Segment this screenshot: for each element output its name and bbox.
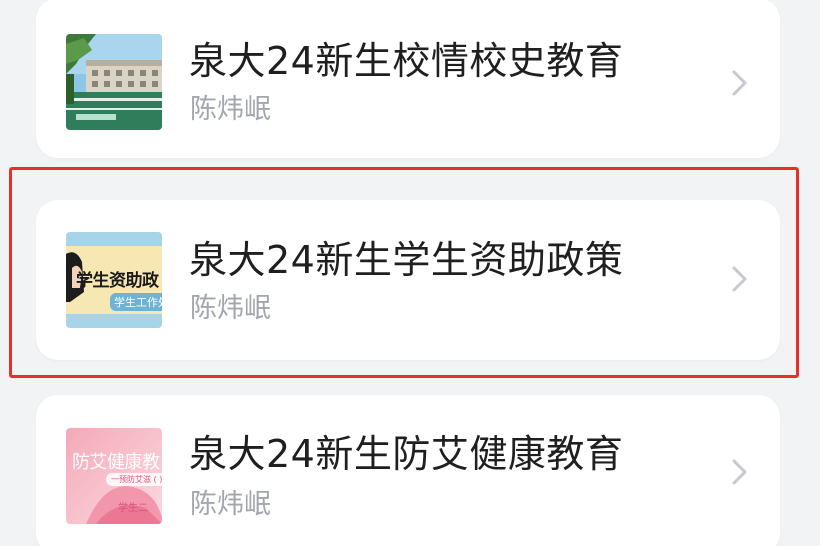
thumbnail-subtitle: 学生工作处 [110,293,162,311]
course-list-page: 泉大24新生校情校史教育 陈炜岷 学生资助政 学生工作处 泉大24新生学生资助政… [0,0,820,546]
item-title: 泉大24新生防艾健康教育 [189,432,624,476]
thumbnail-title: 学生资助政 [76,271,159,291]
aids-prevention-thumbnail: 防艾健康教 一预防艾滋 ( ) 学生二 [66,428,162,524]
chevron-right-icon [732,459,747,485]
campus-photo-icon [66,34,162,130]
list-item[interactable]: 防艾健康教 一预防艾滋 ( ) 学生二 泉大24新生防艾健康教育 陈炜岷 [36,395,780,546]
thumbnail-subtitle: 学生二 [118,503,148,514]
item-author: 陈炜岷 [190,293,271,324]
campus-photo-thumbnail [66,34,162,130]
item-author: 陈炜岷 [190,489,271,520]
student-aid-thumbnail: 学生资助政 学生工作处 [66,232,162,328]
thumbnail-band: 一预防艾滋 ( ) [106,473,162,486]
list-item[interactable]: 学生资助政 学生工作处 泉大24新生学生资助政策 陈炜岷 [36,200,780,360]
item-author: 陈炜岷 [190,94,271,125]
chevron-right-icon [732,266,747,292]
item-title: 泉大24新生学生资助政策 [189,238,624,282]
thumbnail-title: 防艾健康教 [72,452,160,473]
item-title: 泉大24新生校情校史教育 [189,39,624,83]
chevron-right-icon [732,70,747,96]
list-item[interactable]: 泉大24新生校情校史教育 陈炜岷 [36,0,780,158]
